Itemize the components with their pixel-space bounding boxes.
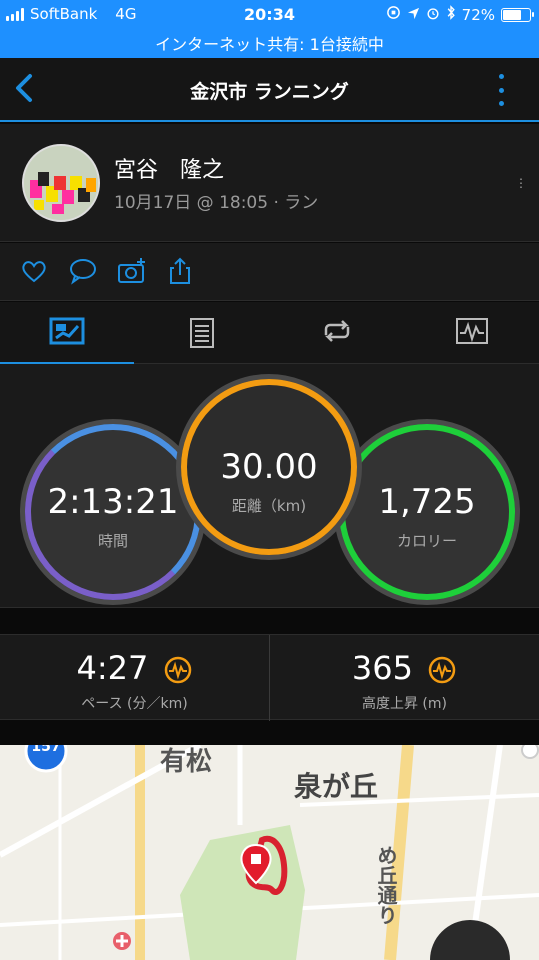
heart-icon <box>22 261 46 283</box>
distance-ring: 30.00 距離（km) <box>176 374 362 560</box>
distance-label: 距離（km) <box>231 497 307 515</box>
elevation-value: 365 <box>270 649 539 687</box>
share-button[interactable] <box>166 257 196 287</box>
add-photo-icon <box>118 258 145 283</box>
time-value: 2:13:21 <box>47 482 179 522</box>
pace-label: ペース (分／km) <box>81 696 188 712</box>
tab-details[interactable] <box>135 302 269 364</box>
owner-more-icon[interactable]: ⋮ <box>515 176 527 190</box>
route-map[interactable]: 157 有松 泉が丘 め丘通り <box>0 745 539 960</box>
pace-value: 4:27 <box>0 649 269 687</box>
add-photo-button[interactable] <box>117 257 147 287</box>
app-header: 金沢市 ランニング <box>0 58 539 122</box>
calories-label: カロリー <box>396 532 457 550</box>
activity-owner: 宮谷 隆之 10月17日 @ 18:05 · ラン ⋮ <box>0 124 539 242</box>
summary-rings: 2:13:21 時間 1,725 カロリー 30.00 距離（km) <box>0 364 539 608</box>
details-icon <box>190 318 214 348</box>
page-title: 金沢市 ランニング <box>190 81 349 103</box>
time-label: 時間 <box>97 532 128 550</box>
map-canvas <box>0 745 539 960</box>
avatar[interactable] <box>22 144 100 222</box>
chart-icon <box>456 318 488 344</box>
map-label-arimatsu: 有松 <box>160 747 213 777</box>
map-label-izumigaoka: 泉が丘 <box>294 770 379 803</box>
summary-icon <box>49 317 85 345</box>
user-name[interactable]: 宮谷 隆之 <box>114 152 224 184</box>
pace-metric[interactable]: 4:27 ペース (分／km) <box>0 635 269 721</box>
pulse-icon <box>164 656 191 684</box>
social-actions <box>0 243 539 301</box>
bluetooth-icon <box>446 5 456 24</box>
calories-value: 1,725 <box>378 482 476 522</box>
more-vertical-icon <box>498 74 504 79</box>
share-icon <box>170 257 190 284</box>
battery-percent: 72% <box>461 5 495 24</box>
hotspot-banner[interactable]: インターネット共有: 1台接続中 <box>0 31 539 55</box>
route-number-badge: 157 <box>31 745 61 755</box>
activity-tabs <box>0 302 539 365</box>
alarm-icon <box>426 6 440 24</box>
map-label-street: め丘通り <box>374 845 398 925</box>
tab-charts[interactable] <box>405 302 539 364</box>
like-button[interactable] <box>20 257 50 287</box>
elevation-label: 高度上昇 (m) <box>361 696 447 712</box>
pulse-icon <box>428 656 456 684</box>
distance-value: 30.00 <box>220 447 318 487</box>
tab-laps[interactable] <box>270 302 404 364</box>
tab-summary[interactable] <box>0 302 134 365</box>
laps-icon <box>324 320 350 342</box>
activity-datetime: 10月17日 @ 18:05 · ラン <box>114 193 319 213</box>
metrics-row: 4:27 ペース (分／km) 365 高度上昇 (m) <box>0 634 539 721</box>
location-icon <box>407 6 420 24</box>
lock-rotation-icon <box>386 5 401 24</box>
battery-icon <box>501 7 534 22</box>
calories-ring: 1,725 カロリー <box>334 419 520 605</box>
elevation-metric[interactable]: 365 高度上昇 (m) <box>270 635 539 721</box>
comment-button[interactable] <box>68 257 98 287</box>
more-menu-button[interactable] <box>497 74 505 106</box>
status-bar: SoftBank 4G 20:34 72% インターネット共有: 1台接続中 <box>0 0 539 58</box>
comment-icon <box>70 259 96 285</box>
